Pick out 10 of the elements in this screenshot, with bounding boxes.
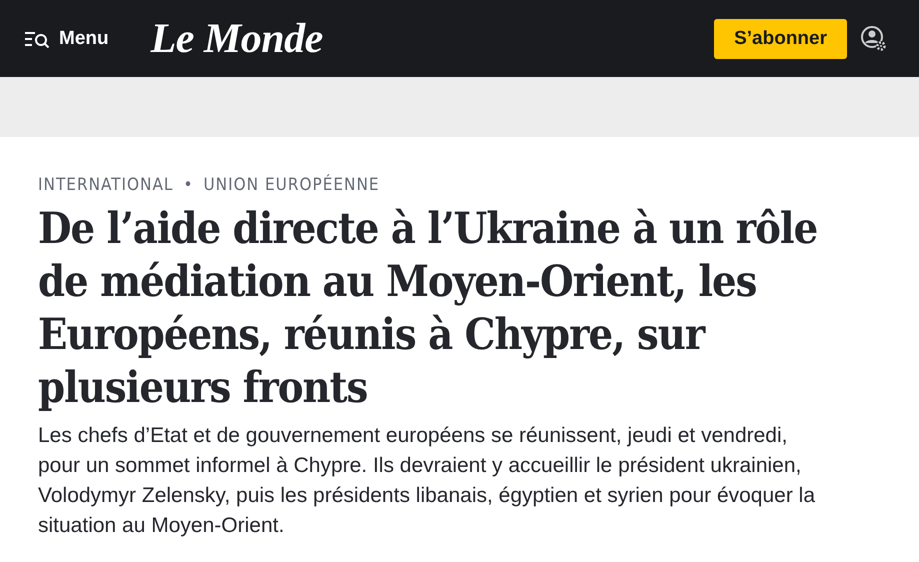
headline: De l’aide directe à l’Ukraine à un rôle de médiation au Moyen-Orient, les Européens, réunis à Chypre, sur plusieurs fronts	[38, 203, 818, 415]
menu-button[interactable]: Menu	[24, 28, 109, 50]
category-link[interactable]: UNION EUROPÉENNE	[203, 175, 380, 195]
logo[interactable]: Le Monde	[150, 14, 323, 62]
subscribe-button[interactable]: S’abonner	[714, 18, 847, 58]
menu-search-icon	[24, 30, 50, 48]
separator-dot: •	[183, 175, 194, 195]
category-link[interactable]: INTERNATIONAL	[38, 175, 174, 195]
article-lead: Les chefs d’Etat et de gouvernement européens se réunissent, jeudi et vendredi, pour un sommet informel à Chypre. Ils devraient y accueillir le président ukrainien, Volodymyr Zelensky, puis les présidents libanais, égyptien et syrien pour évoquer la situation au Moyen-Orient.	[38, 423, 816, 539]
account-settings-icon[interactable]	[861, 26, 887, 52]
